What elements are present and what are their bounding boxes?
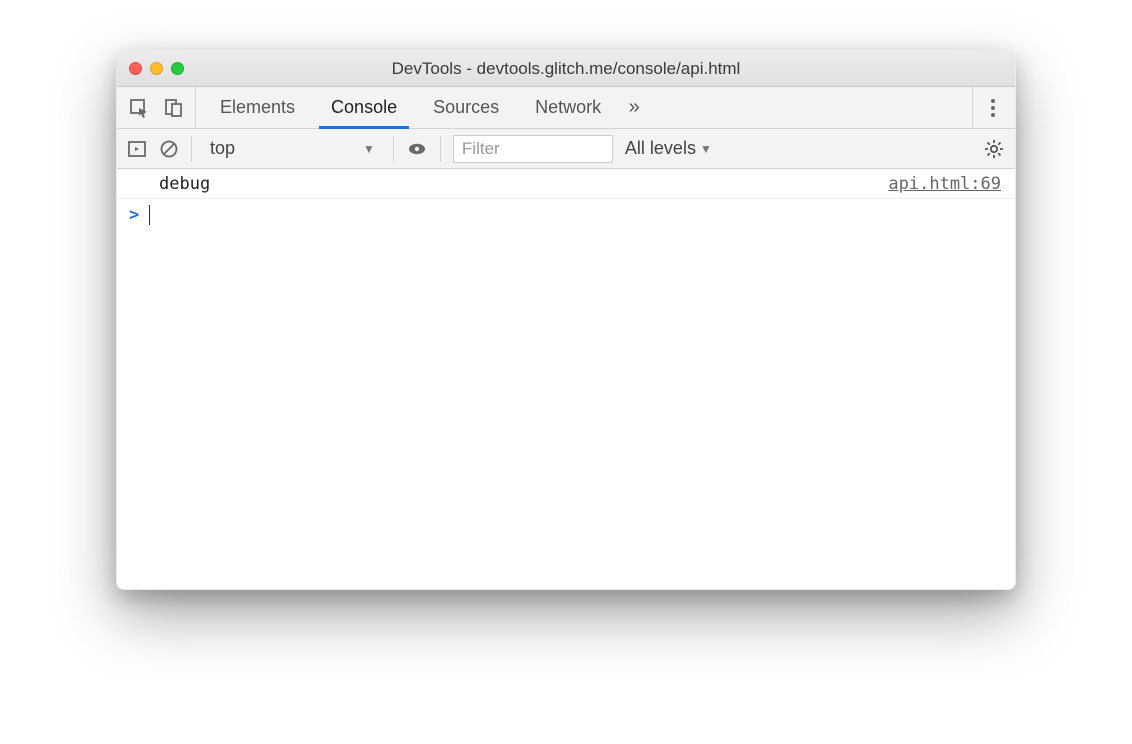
device-toolbar-icon[interactable] bbox=[163, 98, 183, 118]
inspect-element-icon[interactable] bbox=[129, 98, 149, 118]
titlebar: DevTools - devtools.glitch.me/console/ap… bbox=[117, 51, 1015, 87]
separator bbox=[440, 136, 441, 162]
console-prompt[interactable]: > bbox=[117, 199, 1015, 231]
execution-context-select[interactable]: top ▼ bbox=[204, 138, 381, 159]
log-entry: debug api.html:69 bbox=[117, 169, 1015, 199]
dropdown-caret-icon: ▼ bbox=[700, 142, 712, 156]
filter-input[interactable]: Filter bbox=[453, 135, 613, 163]
minimize-window-button[interactable] bbox=[150, 62, 163, 75]
console-output: debug api.html:69 > bbox=[117, 169, 1015, 589]
maximize-window-button[interactable] bbox=[171, 62, 184, 75]
tab-elements[interactable]: Elements bbox=[202, 87, 313, 128]
filter-placeholder: Filter bbox=[462, 139, 500, 159]
window-title: DevTools - devtools.glitch.me/console/ap… bbox=[129, 59, 1003, 79]
separator bbox=[393, 136, 394, 162]
execution-context-label: top bbox=[210, 138, 235, 159]
separator bbox=[191, 136, 192, 162]
clear-console-icon[interactable] bbox=[159, 139, 179, 159]
devtools-window: DevTools - devtools.glitch.me/console/ap… bbox=[116, 50, 1016, 590]
console-settings-icon[interactable] bbox=[983, 138, 1005, 160]
close-window-button[interactable] bbox=[129, 62, 142, 75]
tab-sources[interactable]: Sources bbox=[415, 87, 517, 128]
window-controls bbox=[129, 62, 184, 75]
kebab-menu-icon[interactable] bbox=[987, 95, 999, 121]
live-expression-icon[interactable] bbox=[406, 138, 428, 160]
log-levels-select[interactable]: All levels ▼ bbox=[625, 138, 712, 159]
tab-console[interactable]: Console bbox=[313, 87, 415, 128]
tab-network[interactable]: Network bbox=[517, 87, 619, 128]
console-sidebar-toggle-icon[interactable] bbox=[127, 139, 147, 159]
main-tabbar: Elements Console Sources Network » bbox=[117, 87, 1015, 129]
panel-tabs: Elements Console Sources Network » bbox=[196, 87, 649, 128]
log-levels-label: All levels bbox=[625, 138, 696, 159]
log-message: debug bbox=[131, 174, 888, 194]
prompt-caret-icon: > bbox=[129, 205, 149, 225]
log-source-link[interactable]: api.html:69 bbox=[888, 174, 1001, 194]
dropdown-caret-icon: ▼ bbox=[363, 142, 375, 156]
tabs-overflow-button[interactable]: » bbox=[619, 96, 649, 119]
console-toolbar: top ▼ Filter All levels ▼ bbox=[117, 129, 1015, 169]
text-cursor bbox=[149, 205, 150, 225]
